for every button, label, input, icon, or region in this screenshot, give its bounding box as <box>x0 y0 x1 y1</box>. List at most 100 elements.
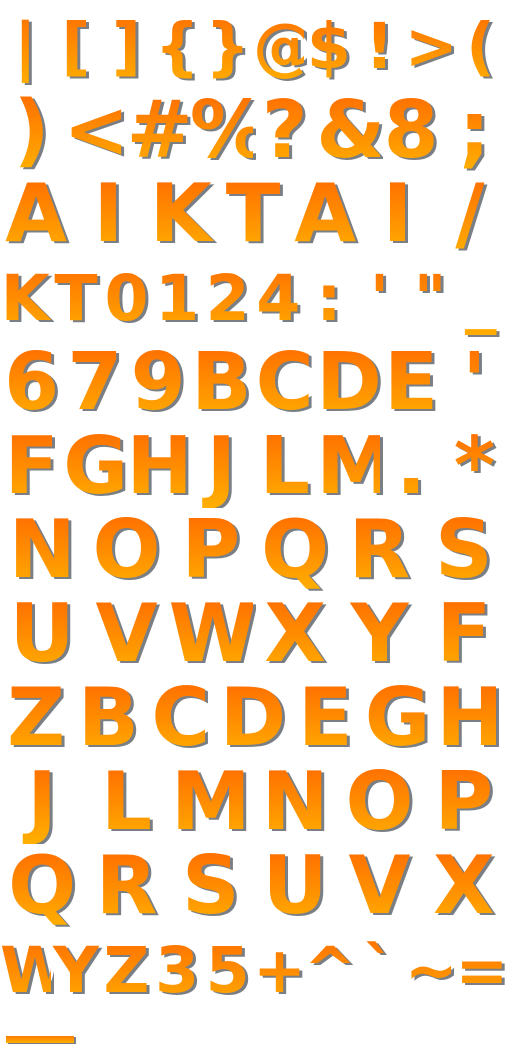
glyph: W <box>0 928 70 1012</box>
glyph: R <box>84 844 168 928</box>
glyph: N <box>0 508 84 592</box>
glyph: { <box>152 4 203 88</box>
glyph: 9 <box>127 340 190 424</box>
glyph: 0 <box>101 256 152 340</box>
glyph: # <box>126 88 193 172</box>
glyph: X <box>422 844 506 928</box>
glyph: 7 <box>63 340 126 424</box>
glyph: ' <box>443 340 506 424</box>
glyph: ` <box>354 928 405 1012</box>
glyph: V <box>84 592 168 676</box>
glyph: J <box>190 424 253 508</box>
glyph: 8 <box>380 88 443 172</box>
glyph: N <box>253 760 337 844</box>
glyph: / <box>434 172 506 256</box>
glyph: D <box>217 676 289 760</box>
glyph: H <box>126 424 193 508</box>
glyph: < <box>63 88 130 172</box>
glyph: D <box>316 340 382 424</box>
glyph: C <box>145 676 217 760</box>
glyph: B <box>191 340 252 424</box>
glyph: * <box>443 424 506 508</box>
glyph: 4 <box>253 256 304 340</box>
glyph-row: A I K T A I / <box>0 172 512 256</box>
glyph: G <box>361 676 433 760</box>
glyph-row: NOPQRS <box>0 508 512 592</box>
underscore-glyph <box>6 1036 74 1043</box>
glyph-row: 6 7 9BCDE ' <box>0 340 512 424</box>
glyph: W <box>168 592 257 676</box>
glyph-row: FGH J LM. * <box>0 424 512 508</box>
glyph: @ <box>253 4 316 88</box>
glyph-row: ) <#%? &8; <box>0 88 512 172</box>
glyph: : <box>304 256 355 340</box>
glyph: E <box>380 340 443 424</box>
glyph: X <box>253 592 337 676</box>
glyph: " <box>405 256 456 340</box>
glyph: 3 <box>152 928 203 1012</box>
glyph: [ <box>51 4 102 88</box>
glyph: . <box>380 424 443 508</box>
glyph: K <box>145 172 217 256</box>
glyph: J <box>0 760 84 844</box>
glyph: Y <box>337 592 421 676</box>
glyph: T <box>51 256 102 340</box>
glyph: ( <box>455 4 506 88</box>
glyph: O <box>337 760 421 844</box>
glyph: Y <box>51 928 102 1012</box>
glyph: P <box>422 760 506 844</box>
glyph: P <box>169 508 253 592</box>
glyph: H <box>434 676 506 760</box>
glyph: ] <box>101 4 152 88</box>
glyph: } <box>202 4 253 88</box>
glyph: 5 <box>202 928 253 1012</box>
font-glyph-sheet: |[] {}@$! >() <#%? &8; A I K T A I / KT 0 1 2 4: ' " _ 6 7 9BC… <box>0 0 512 1056</box>
glyph: K <box>0 256 51 340</box>
glyph-row: JLMNOP <box>0 760 512 844</box>
glyph: C <box>253 340 316 424</box>
glyph: Q <box>0 844 84 928</box>
glyph: M <box>169 760 253 844</box>
glyph: Q <box>253 508 337 592</box>
glyph: ^ <box>304 928 357 1012</box>
glyph-row: KT 0 1 2 4: ' " _ <box>0 256 512 340</box>
glyph: _ <box>455 256 506 340</box>
glyph: Z <box>0 676 72 760</box>
glyph: ) <box>0 88 63 172</box>
glyph: F <box>422 592 506 676</box>
glyph: 6 <box>0 340 63 424</box>
glyph: U <box>253 844 337 928</box>
glyph-row: QRSUVX <box>0 844 512 928</box>
glyph: ! <box>354 4 405 88</box>
glyph: | <box>0 4 51 88</box>
glyph: V <box>337 844 421 928</box>
glyph: M <box>316 424 395 508</box>
glyph: I <box>361 172 433 256</box>
glyph: B <box>72 676 144 760</box>
glyph: A <box>289 172 361 256</box>
glyph: U <box>0 592 84 676</box>
glyph: R <box>337 508 421 592</box>
glyph: % <box>189 88 269 172</box>
glyph: T <box>217 172 289 256</box>
glyph: ~ <box>405 928 458 1012</box>
glyph: S <box>169 844 253 928</box>
glyph: 2 <box>202 256 253 340</box>
glyph: O <box>84 508 168 592</box>
glyph: L <box>253 424 316 508</box>
glyph: G <box>63 424 129 508</box>
glyph: L <box>84 760 168 844</box>
glyph-row: Z B C D E GH <box>0 676 512 760</box>
glyph: = <box>455 928 508 1012</box>
glyph-row: U V WX Y F <box>0 592 512 676</box>
glyph: A <box>0 172 72 256</box>
glyph: I <box>72 172 144 256</box>
glyph: > <box>405 4 458 88</box>
glyph: & <box>316 88 386 172</box>
glyph-row: |[] {}@$! >( <box>0 4 512 88</box>
glyph: E <box>289 676 361 760</box>
glyph: ' <box>354 256 405 340</box>
glyph: Z <box>101 928 152 1012</box>
glyph: F <box>0 424 63 508</box>
glyph: $ <box>304 4 355 88</box>
